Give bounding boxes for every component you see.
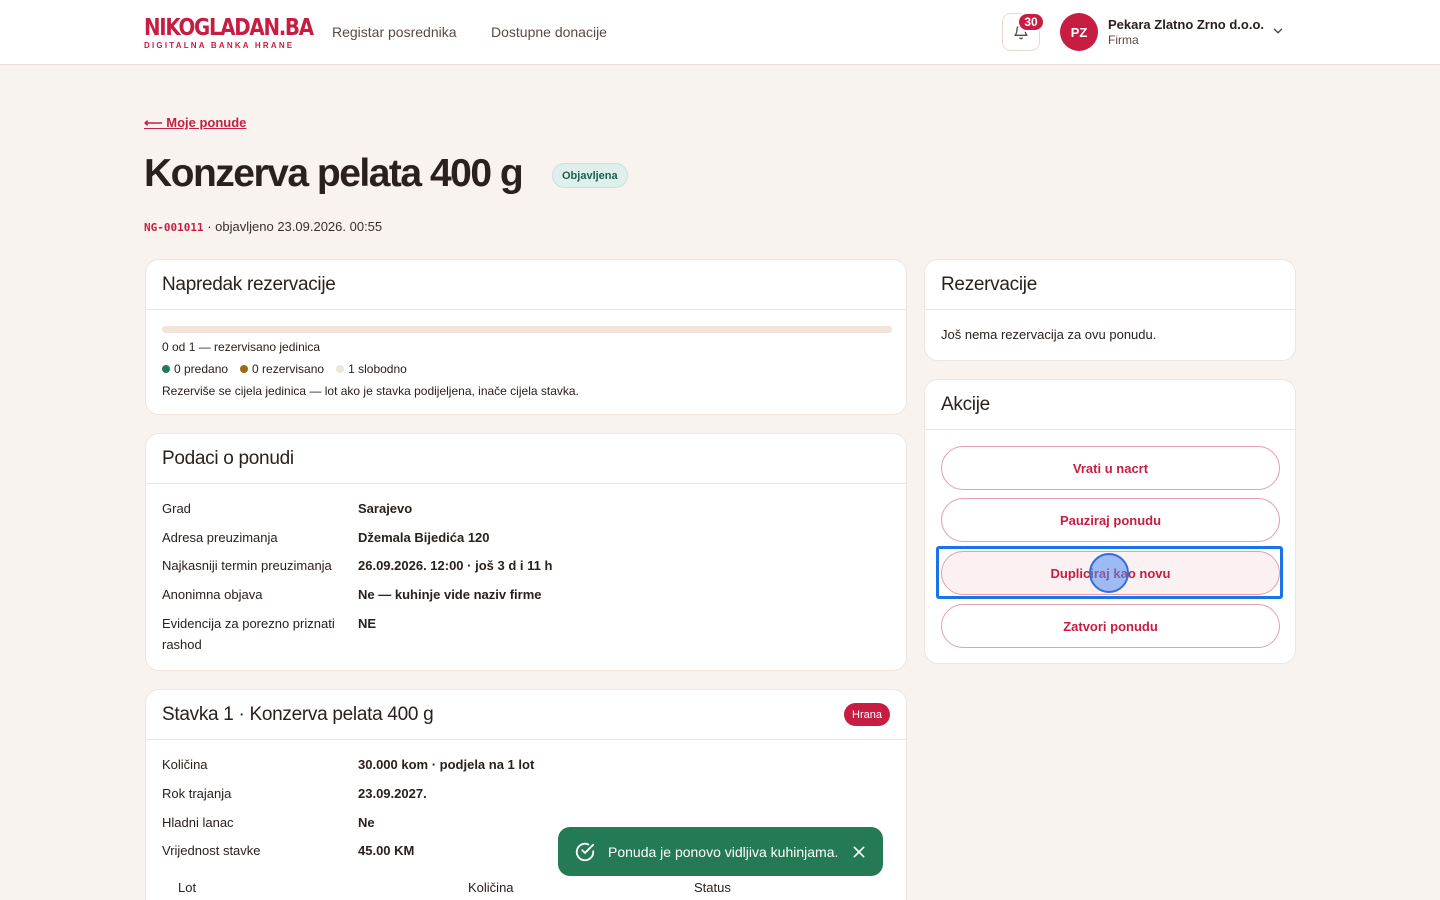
detail-value: 26.09.2026. 12:00 · još 3 d i 11 h: [358, 558, 553, 573]
logo-text-dark: NIKO: [144, 15, 195, 41]
legend-label: 1 slobodno: [348, 362, 407, 376]
legend-dot: [162, 365, 170, 373]
check-circle-icon: [575, 842, 595, 861]
notification-count-badge: 30: [1017, 12, 1045, 32]
legend-label: 0 predano: [174, 362, 229, 376]
card-title: Rezervacije: [941, 273, 1037, 295]
detail-label: Adresa preuzimanja: [162, 530, 278, 545]
logo-tagline: DIGITALNA BANKA HRANE: [144, 41, 295, 50]
user-role: Firma: [1108, 33, 1139, 47]
top-navigation-bar: NIKOGLADAN.BA DIGITALNA BANKA HRANE Regi…: [0, 0, 1440, 65]
legend-label: 0 rezervisano: [252, 362, 325, 376]
reservations-card: Rezervacije Još nema rezervacija za ovu …: [924, 259, 1296, 361]
progress-bar: [162, 326, 892, 333]
lot-column-header: Lot: [178, 880, 197, 895]
card-title: Podaci o ponudi: [162, 447, 294, 469]
progress-note: Rezerviše se cijela jedinica — lot ako j…: [162, 384, 579, 398]
detail-label: Grad: [162, 501, 191, 516]
detail-value: Džemala Bijedića 120: [358, 530, 490, 545]
legend-item-predano: 0 predano: [162, 362, 228, 376]
success-toast: Ponuda je ponovo vidljiva kuhinjama.: [558, 827, 883, 876]
detail-value: Ne — kuhinje vide naziv firme: [358, 587, 542, 602]
close-offer-button[interactable]: Zatvori ponudu: [941, 604, 1280, 648]
detail-value: 30.000 kom · podjela na 1 lot: [358, 757, 535, 772]
detail-label: Količina: [162, 757, 208, 772]
card-title: Akcije: [941, 393, 990, 415]
logo-text-red: GLADAN.BA: [194, 15, 314, 41]
toast-message: Ponuda je ponovo vidljiva kuhinjama.: [608, 843, 839, 860]
offer-details-card: Podaci o ponudi Grad Sarajevo Adresa preu…: [145, 433, 907, 671]
legend-item-rezervisano: 0 rezervisano: [240, 362, 324, 376]
close-icon[interactable]: [851, 844, 867, 860]
nav-link-dostupne-donacije[interactable]: Dostupne donacije: [491, 24, 607, 40]
detail-label: Vrijednost stavke: [162, 843, 261, 858]
cursor-indicator: [1089, 553, 1129, 593]
chevron-down-icon[interactable]: [1271, 24, 1285, 38]
reservation-progress-card: Napredak rezervacije 0 od 1 — rezervisan…: [145, 259, 907, 415]
detail-value: NE: [358, 616, 377, 631]
offer-meta: NG-001011 · objavljeno 23.09.2026. 00:55: [144, 219, 382, 234]
status-badge: Objavljena: [552, 163, 628, 188]
progress-summary: 0 od 1 — rezervisano jedinica: [162, 340, 321, 354]
detail-label: Hladni lanac: [162, 815, 234, 830]
detail-label: Evidencija za porezno priznati rashod: [162, 616, 335, 652]
page-title: Konzerva pelata 400 g: [144, 152, 524, 195]
published-date: · objavljeno 23.09.2026. 00:55: [203, 219, 383, 234]
legend-dot: [240, 365, 249, 373]
nav-link-registar-posrednika[interactable]: Registar posrednika: [332, 24, 457, 40]
back-link-moje-ponude[interactable]: ⟵ Moje ponude: [144, 115, 246, 131]
card-title: Napredak rezervacije: [162, 273, 336, 295]
detail-label: Najkasniji termin preuzimanja: [162, 558, 332, 573]
detail-value: 45.00 KM: [358, 843, 415, 858]
user-name[interactable]: Pekara Zlatno Zrno d.o.o.: [1108, 17, 1264, 32]
actions-card: Akcije Vrati u nacrt Pauziraj ponudu Dup…: [924, 379, 1296, 664]
pause-offer-button[interactable]: Pauziraj ponudu: [941, 498, 1280, 542]
detail-value: Sarajevo: [358, 501, 413, 516]
status-column-header: Status: [694, 880, 731, 895]
logo[interactable]: NIKOGLADAN.BA DIGITALNA BANKA HRANE: [144, 16, 340, 50]
legend-dot: [336, 365, 345, 373]
progress-legend: 0 predano 0 rezervisano 1 slobodno: [162, 362, 407, 376]
card-title: Stavka 1 · Konzerva pelata 400 g: [162, 703, 434, 725]
category-badge: Hrana: [844, 703, 890, 726]
detail-label: Rok trajanja: [162, 786, 232, 801]
detail-value: Ne: [358, 815, 375, 830]
detail-value: 23.09.2027.: [358, 786, 427, 801]
reservations-empty-message: Još nema rezervacija za ovu ponudu.: [941, 327, 1157, 342]
return-to-draft-button[interactable]: Vrati u nacrt: [941, 446, 1280, 490]
quantity-column-header: Količina: [468, 880, 514, 895]
legend-item-slobodno: 1 slobodno: [336, 362, 407, 376]
detail-label: Anonimna objava: [162, 587, 263, 602]
offer-code: NG-001011: [144, 221, 204, 234]
avatar[interactable]: PZ: [1060, 13, 1098, 51]
